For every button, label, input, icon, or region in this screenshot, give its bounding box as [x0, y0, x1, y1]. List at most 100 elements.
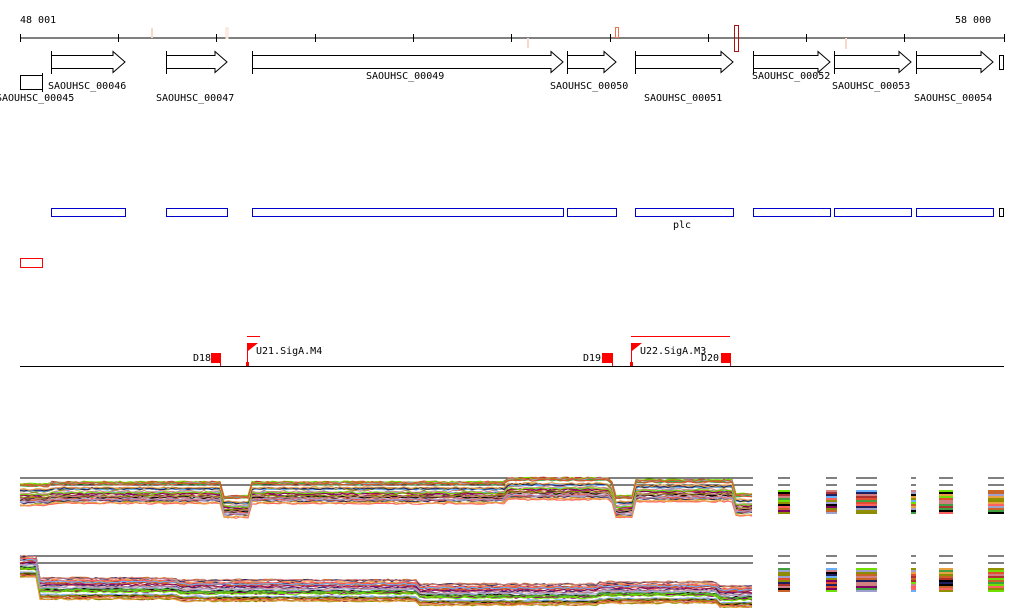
- expression-block-cell: [778, 576, 790, 578]
- expression-block-cell: [856, 582, 877, 584]
- gene-arrow-SAOUHSC_00050[interactable]: [567, 50, 617, 74]
- expression-block-cell: [911, 500, 916, 502]
- gene-label: SAOUHSC_00054: [914, 93, 992, 104]
- expression-block-cell: [911, 512, 916, 514]
- gene-partial[interactable]: [999, 55, 1004, 70]
- cds-box[interactable]: [999, 208, 1004, 217]
- expression-block-cell: [939, 508, 953, 510]
- expression-block-cell: [988, 504, 1004, 506]
- expression-block-cell: [911, 578, 916, 580]
- expression-block-cell: [778, 586, 790, 588]
- promoter-label: U21.SigA.M4: [256, 346, 322, 357]
- promoter-U21[interactable]: U21.SigA.M4: [246, 343, 322, 366]
- gene-arrow-SAOUHSC_00046[interactable]: [51, 50, 126, 74]
- gene-arrow-SAOUHSC_00051[interactable]: [635, 50, 734, 74]
- expression-block-cell: [856, 568, 877, 570]
- expression-block-cell: [856, 498, 877, 500]
- expression-block-cell: [988, 500, 1004, 502]
- expression-block-cell: [988, 590, 1004, 592]
- expression-block-cell: [778, 588, 790, 590]
- expression-block-cell: [939, 496, 953, 498]
- expression-block-cell: [778, 502, 790, 504]
- expression-block-cell: [939, 590, 953, 592]
- expression-block-cell: [826, 512, 837, 514]
- expression-block-cell: [911, 498, 916, 500]
- gene-label: SAOUHSC_00045: [0, 93, 74, 104]
- expression-block-cell: [911, 568, 916, 570]
- expression-block-cell: [826, 586, 837, 588]
- regulatory-track: U21.SigA.M4 U22.SigA.M3 D18 D19 D20: [20, 336, 1004, 367]
- expression-block-cell: [826, 568, 837, 570]
- expression-block-cell: [826, 572, 837, 574]
- expression-block-cell: [988, 588, 1004, 590]
- expression-block-cell: [988, 578, 1004, 580]
- gene-arrow-SAOUHSC_00053[interactable]: [834, 50, 912, 74]
- expression-block-cell: [856, 494, 877, 496]
- expression-block-cell: [939, 512, 953, 514]
- expression-block-cell: [988, 568, 1004, 570]
- expression-block-cell: [778, 512, 790, 514]
- expression-block-cell: [911, 492, 916, 494]
- gene-label: SAOUHSC_00053: [832, 81, 910, 92]
- expression-block-cell: [826, 570, 837, 572]
- cds-box[interactable]: [252, 208, 564, 217]
- expression-block-cell: [939, 574, 953, 576]
- expression-block-cell: [911, 490, 916, 492]
- expression-block-cell: [856, 492, 877, 494]
- expression-block-cell: [939, 568, 953, 570]
- expression-block-cell: [911, 580, 916, 582]
- expression-block-cell: [939, 498, 953, 500]
- promoter-U22[interactable]: U22.SigA.M3: [630, 343, 706, 366]
- red-feature-box[interactable]: [20, 258, 43, 268]
- expression-block-cell: [778, 492, 790, 494]
- expression-block-cell: [856, 490, 877, 492]
- expression-block-cell: [856, 504, 877, 506]
- ruler-mark: [615, 27, 619, 38]
- expression-block-cell: [856, 496, 877, 498]
- expression-block-cell: [778, 508, 790, 510]
- cds-box[interactable]: [51, 208, 126, 217]
- expression-block-cell: [988, 494, 1004, 496]
- expression-track-1: [19, 476, 1004, 519]
- expression-block-cell: [856, 590, 877, 592]
- expression-block-cell: [856, 502, 877, 504]
- terminator-D18[interactable]: D18: [193, 353, 221, 366]
- expression-block-cell: [826, 576, 837, 578]
- expression-track-2: [19, 554, 1004, 609]
- expression-block-cell: [939, 500, 953, 502]
- gene-track: SAOUHSC_00045 SAOUHSC_00046 SAOUHSC_0004…: [0, 50, 1004, 104]
- expression-block-cell: [826, 590, 837, 592]
- expression-block-cell: [939, 586, 953, 588]
- cds-box[interactable]: [166, 208, 228, 217]
- expression-block-cell: [939, 494, 953, 496]
- expression-block-cell: [826, 504, 837, 506]
- cds-track: plc: [51, 208, 1004, 231]
- cds-box[interactable]: [916, 208, 994, 217]
- gene-label: SAOUHSC_00052: [752, 71, 830, 82]
- expression-block-cell: [911, 510, 916, 512]
- expression-block-cell: [988, 584, 1004, 586]
- cds-box[interactable]: [567, 208, 617, 217]
- expression-block-cell: [826, 582, 837, 584]
- gene-SAOUHSC_00045[interactable]: [20, 75, 43, 90]
- expression-block-cell: [778, 572, 790, 574]
- expression-block-cell: [856, 570, 877, 572]
- expression-block-cell: [939, 578, 953, 580]
- ruler-mark: [151, 28, 153, 38]
- expression-block-cell: [856, 578, 877, 580]
- cds-box[interactable]: [834, 208, 912, 217]
- expression-block-cell: [826, 498, 837, 500]
- cds-box[interactable]: [753, 208, 831, 217]
- gene-label: SAOUHSC_00051: [644, 93, 722, 104]
- expression-block-cell: [988, 492, 1004, 494]
- gene-arrow-SAOUHSC_00054[interactable]: [916, 50, 994, 74]
- expression-block-cell: [988, 510, 1004, 512]
- expression-block-cell: [911, 504, 916, 506]
- terminator-D19[interactable]: D19: [583, 353, 613, 366]
- ruler-mark: [527, 38, 529, 48]
- cds-box[interactable]: [635, 208, 734, 217]
- terminator-D20[interactable]: D20: [701, 353, 731, 366]
- expression-block-cell: [778, 590, 790, 592]
- expression-block-cell: [911, 502, 916, 504]
- gene-arrow-SAOUHSC_00047[interactable]: [166, 50, 228, 74]
